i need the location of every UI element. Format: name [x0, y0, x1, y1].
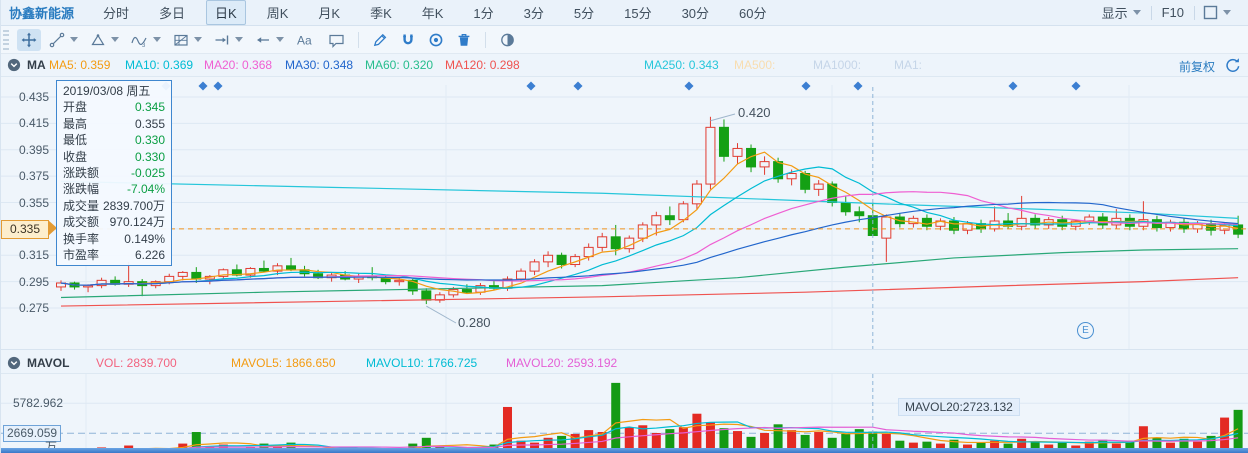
- ma250-value: MA250: 0.343: [644, 58, 719, 72]
- contrast-toggle-icon[interactable]: [495, 29, 520, 51]
- undo-icon[interactable]: [1225, 57, 1241, 76]
- candle-tooltip: 2019/03/08 周五 开盘0.345 最高0.355 最低0.330 收盘…: [56, 80, 172, 266]
- collapse-ma-icon[interactable]: [7, 58, 21, 75]
- tooltip-row: 成交量2839.700万: [57, 198, 171, 214]
- ma30-value: MA30: 0.348: [285, 58, 353, 72]
- chevron-down-icon: [70, 37, 78, 42]
- mavol-tooltip: MAVOL20:2723.132: [898, 398, 1020, 416]
- restore-rights-link[interactable]: 前复权: [1179, 58, 1215, 75]
- low-annotation: 0.280: [458, 315, 491, 330]
- svg-text:3: 3: [142, 43, 146, 48]
- period-toolbar: 协鑫新能源 分时 多日 日K 周K 月K 季K 年K 1分 3分 5分 15分 …: [1, 0, 1248, 26]
- magnet-tool-icon[interactable]: [396, 29, 420, 51]
- tab-yuek[interactable]: 月K: [309, 0, 349, 25]
- horizontal-scrollbar[interactable]: [1, 448, 1248, 453]
- mavol20-value: MAVOL20: 2593.192: [506, 356, 617, 370]
- tooltip-row: 市盈率6.226: [57, 247, 171, 263]
- mavol10-value: MAVOL10: 1766.725: [366, 356, 477, 370]
- current-price-tag: 0.335: [1, 220, 49, 239]
- vol-axis-top: 5782.962: [5, 396, 63, 410]
- ma120-value: MA120: 0.298: [445, 58, 520, 72]
- tooltip-row: 换手率0.149%: [57, 231, 171, 247]
- chevron-down-icon: [153, 37, 161, 42]
- price-tick: 0.435: [7, 90, 49, 104]
- price-tick: 0.315: [7, 248, 49, 262]
- extend-line-tool-icon[interactable]: [210, 29, 247, 51]
- tab-1min[interactable]: 1分: [464, 0, 502, 25]
- vol-value: VOL: 2839.700: [96, 356, 177, 370]
- price-tick: 0.415: [7, 116, 49, 130]
- polygon-tool-icon[interactable]: [86, 29, 123, 51]
- ma10-value: MA10: 0.369: [125, 58, 193, 72]
- chevron-down-icon: [1223, 10, 1231, 15]
- volume-canvas[interactable]: [1, 374, 1248, 448]
- tooltip-date: 2019/03/08 周五: [57, 83, 171, 99]
- toolbar-grip-handle[interactable]: [3, 30, 11, 50]
- chevron-down-icon: [235, 37, 243, 42]
- layout-button[interactable]: [1195, 5, 1239, 20]
- tab-rik[interactable]: 日K: [206, 0, 246, 25]
- ma-indicator-bar: MA MA5: 0.359 MA10: 0.369 MA20: 0.368 MA…: [1, 54, 1248, 77]
- pencil-tool-icon[interactable]: [368, 29, 392, 51]
- price-tick: 0.355: [7, 196, 49, 210]
- kline-window: 协鑫新能源 分时 多日 日K 周K 月K 季K 年K 1分 3分 5分 15分 …: [0, 0, 1248, 453]
- ma5-value: MA5: 0.359: [49, 58, 110, 72]
- text-tool-icon[interactable]: Aa: [292, 29, 320, 51]
- trendline-tool-icon[interactable]: [45, 29, 82, 51]
- main-chart[interactable]: 0.435 0.415 0.395 0.375 0.355 0.335 0.315 0.295…: [1, 77, 1248, 349]
- wave-tool-icon[interactable]: 3: [127, 29, 165, 51]
- ma60-value: MA60: 0.320: [365, 58, 433, 72]
- stock-name[interactable]: 协鑫新能源: [9, 3, 74, 22]
- tab-5min[interactable]: 5分: [565, 0, 603, 25]
- chevron-down-icon: [194, 37, 202, 42]
- f10-button[interactable]: F10: [1152, 5, 1194, 20]
- svg-text:Aa: Aa: [297, 33, 312, 47]
- drawing-toolbar: 3 Aa: [1, 26, 1248, 54]
- tab-fenshi[interactable]: 分时: [94, 0, 138, 25]
- tooltip-row: 成交额970.124万: [57, 214, 171, 230]
- window-layout-icon: [1203, 5, 1218, 20]
- tab-zhouk[interactable]: 周K: [258, 0, 298, 25]
- arrow-tool-icon[interactable]: [251, 29, 288, 51]
- tooltip-row: 涨跌额-0.025: [57, 165, 171, 181]
- chevron-down-icon: [276, 37, 284, 42]
- mavol-title: MAVOL: [27, 356, 69, 370]
- chevron-down-icon: [111, 37, 119, 42]
- comment-tool-icon[interactable]: [324, 29, 349, 51]
- volume-chart[interactable]: 5782.962 2669.059 万 MAVOL20:2723.132: [1, 374, 1248, 448]
- price-tick: 0.275: [7, 301, 49, 315]
- collapse-mavol-icon[interactable]: [7, 356, 21, 373]
- tab-60min[interactable]: 60分: [730, 0, 775, 25]
- tooltip-row: 涨跌幅-7.04%: [57, 181, 171, 197]
- tooltip-row: 收盘0.330: [57, 149, 171, 165]
- tab-15min[interactable]: 15分: [615, 0, 660, 25]
- target-tool-icon[interactable]: [424, 29, 448, 51]
- move-tool-icon[interactable]: [17, 29, 41, 51]
- tooltip-row: 开盘0.345: [57, 99, 171, 115]
- tooltip-row: 最高0.355: [57, 116, 171, 132]
- trash-tool-icon[interactable]: [452, 29, 476, 51]
- price-tick: 0.375: [7, 169, 49, 183]
- tab-jik[interactable]: 季K: [361, 0, 401, 25]
- high-annotation: 0.420: [738, 105, 771, 120]
- mavol-indicator-bar: MAVOL VOL: 2839.700 MAVOL5: 1866.650 MAV…: [1, 349, 1248, 374]
- ma-title: MA: [27, 58, 46, 72]
- event-marker[interactable]: E: [1077, 322, 1094, 339]
- tooltip-row: 最低0.330: [57, 132, 171, 148]
- ma1000-value: MA1000:: [813, 58, 861, 72]
- ma20-value: MA20: 0.368: [204, 58, 272, 72]
- candlestick-canvas[interactable]: [1, 77, 1248, 349]
- price-tick: 0.295: [7, 275, 49, 289]
- gridbox-tool-icon[interactable]: [169, 29, 206, 51]
- ma1-value: MA1:: [894, 58, 922, 72]
- display-menu[interactable]: 显示: [1092, 3, 1151, 22]
- ma500-value: MA500:: [734, 58, 775, 72]
- tab-duori[interactable]: 多日: [150, 0, 194, 25]
- tab-3min[interactable]: 3分: [515, 0, 553, 25]
- tab-niank[interactable]: 年K: [413, 0, 453, 25]
- tab-30min[interactable]: 30分: [673, 0, 718, 25]
- chevron-down-icon: [1133, 10, 1141, 15]
- mavol5-value: MAVOL5: 1866.650: [231, 356, 336, 370]
- price-tick: 0.395: [7, 143, 49, 157]
